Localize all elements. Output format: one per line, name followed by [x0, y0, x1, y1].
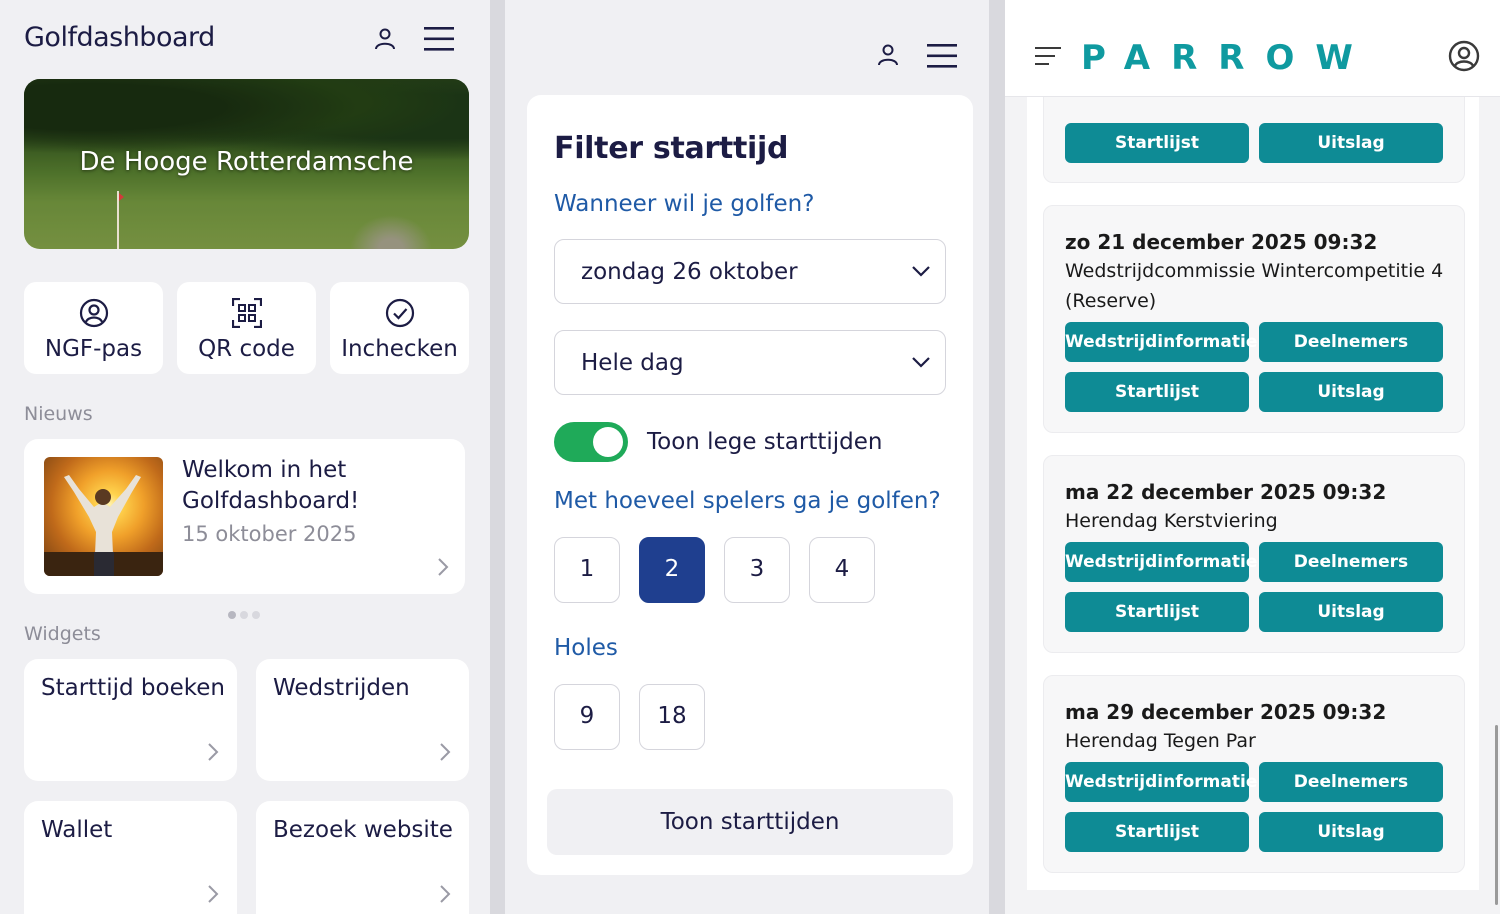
- chevron-right-icon: [440, 885, 451, 903]
- time-select-value: Hele dag: [581, 350, 684, 376]
- carousel-dot[interactable]: [228, 611, 236, 619]
- filter-card: Filter starttijd Wanneer wil je golfen? …: [527, 95, 973, 875]
- uitslag-button[interactable]: Uitslag: [1259, 592, 1443, 632]
- news-card[interactable]: Welkom in het Golfdashboard! 15 oktober …: [24, 439, 465, 594]
- widget-wallet[interactable]: Wallet: [24, 801, 237, 914]
- event-date: ma 29 december 2025 09:32: [1065, 700, 1387, 724]
- event-date: zo 21 december 2025 09:32: [1065, 230, 1378, 254]
- when-question: Wanneer wil je golfen?: [554, 191, 815, 217]
- date-select[interactable]: zondag 26 oktober: [554, 239, 946, 304]
- chevron-right-icon: [208, 743, 219, 761]
- ngf-pas-label: NGF-pas: [44, 336, 143, 362]
- parrow-header: PARROW: [1005, 0, 1500, 97]
- competitions-list: Wedstrijdinformatie Deelnemers Startlijs…: [1027, 0, 1479, 890]
- menu-icon[interactable]: [927, 43, 957, 69]
- parrow-logo[interactable]: PARROW: [1081, 38, 1374, 78]
- toggle-knob: [593, 427, 623, 457]
- menu-icon[interactable]: [424, 26, 454, 52]
- filter-starttijd-panel: Filter starttijd Wanneer wil je golfen? …: [505, 0, 989, 914]
- deelnemers-button[interactable]: Deelnemers: [1259, 322, 1443, 362]
- golfdashboard-panel: Golfdashboard De Hooge Rotterdamsche NGF…: [0, 0, 490, 914]
- wedstrijdinformatie-button[interactable]: Wedstrijdinformatie: [1065, 322, 1257, 362]
- time-select[interactable]: Hele dag: [554, 330, 946, 395]
- uitslag-button[interactable]: Uitslag: [1259, 372, 1443, 412]
- players-option-1[interactable]: 1: [554, 537, 620, 603]
- wedstrijdinformatie-button[interactable]: Wedstrijdinformatie: [1065, 762, 1257, 802]
- carousel-indicator[interactable]: [228, 606, 264, 624]
- widgets-section-label: Widgets: [24, 623, 101, 645]
- inchecken-label: Inchecken: [341, 336, 458, 362]
- event-name: Herendag Kerstviering: [1065, 510, 1278, 532]
- date-select-value: zondag 26 oktober: [581, 259, 798, 285]
- chevron-right-icon: [208, 885, 219, 903]
- parrow-panel: Wedstrijdinformatie Deelnemers Startlijs…: [1005, 0, 1500, 914]
- players-option-4[interactable]: 4: [809, 537, 875, 603]
- chevron-down-icon: [912, 266, 930, 277]
- news-title: Welkom in het Golfdashboard!: [182, 457, 360, 514]
- account-icon[interactable]: [1448, 40, 1480, 72]
- widget-label: Bezoek website: [273, 817, 453, 843]
- event-card: ma 22 december 2025 09:32 Herendag Kerst…: [1043, 455, 1465, 653]
- widget-label: Wallet: [41, 817, 113, 843]
- qr-code-icon: [231, 298, 262, 328]
- chevron-right-icon: [440, 743, 451, 761]
- event-name: Herendag Tegen Par: [1065, 730, 1256, 752]
- startlijst-button[interactable]: Startlijst: [1065, 812, 1249, 852]
- widget-bezoek-website[interactable]: Bezoek website: [256, 801, 469, 914]
- menu-icon[interactable]: [1035, 46, 1061, 66]
- qr-code-button[interactable]: QR code: [177, 282, 316, 374]
- deelnemers-button[interactable]: Deelnemers: [1259, 542, 1443, 582]
- inchecken-button[interactable]: Inchecken: [330, 282, 469, 374]
- club-hero-banner[interactable]: De Hooge Rotterdamsche: [24, 79, 469, 249]
- holes-option-18[interactable]: 18: [639, 684, 705, 750]
- news-date: 15 oktober 2025: [182, 522, 357, 546]
- scrollbar[interactable]: [1495, 725, 1498, 905]
- chevron-right-icon: [438, 558, 449, 576]
- show-starttimes-button[interactable]: Toon starttijden: [547, 789, 953, 855]
- flag-icon: [117, 191, 124, 249]
- empty-times-toggle[interactable]: [554, 422, 628, 462]
- players-option-2[interactable]: 2: [639, 537, 705, 603]
- filter-title: Filter starttijd: [554, 131, 789, 166]
- event-name: Wedstrijdcommissie Wintercompetitie 4 (R…: [1065, 260, 1444, 312]
- event-date: ma 22 december 2025 09:32: [1065, 480, 1387, 504]
- empty-times-label: Toon lege starttijden: [647, 429, 883, 455]
- widget-wedstrijden[interactable]: Wedstrijden: [256, 659, 469, 781]
- holes-option-9[interactable]: 9: [554, 684, 620, 750]
- players-option-3[interactable]: 3: [724, 537, 790, 603]
- ngf-pas-button[interactable]: NGF-pas: [24, 282, 163, 374]
- user-icon[interactable]: [876, 43, 900, 67]
- user-icon[interactable]: [373, 27, 397, 51]
- uitslag-button[interactable]: Uitslag: [1259, 812, 1443, 852]
- app-title: Golfdashboard: [24, 22, 215, 53]
- wedstrijdinformatie-button[interactable]: Wedstrijdinformatie: [1065, 542, 1257, 582]
- startlijst-button[interactable]: Startlijst: [1065, 592, 1249, 632]
- check-circle-icon: [385, 298, 414, 328]
- widget-label: Starttijd boeken: [41, 675, 225, 701]
- carousel-dot[interactable]: [240, 611, 248, 619]
- startlijst-button[interactable]: Startlijst: [1065, 372, 1249, 412]
- club-name: De Hooge Rotterdamsche: [79, 147, 414, 177]
- uitslag-button[interactable]: Uitslag: [1259, 123, 1443, 163]
- startlijst-button[interactable]: Startlijst: [1065, 123, 1249, 163]
- carousel-dot[interactable]: [252, 611, 260, 619]
- chevron-down-icon: [912, 357, 930, 368]
- news-section-label: Nieuws: [24, 403, 93, 425]
- players-question: Met hoeveel spelers ga je golfen?: [554, 488, 941, 514]
- user-circle-icon: [79, 298, 108, 328]
- news-image: [44, 457, 163, 576]
- widget-starttijd-boeken[interactable]: Starttijd boeken: [24, 659, 237, 781]
- event-card: ma 29 december 2025 09:32 Herendag Tegen…: [1043, 675, 1465, 873]
- holes-label: Holes: [554, 635, 618, 661]
- deelnemers-button[interactable]: Deelnemers: [1259, 762, 1443, 802]
- qr-code-label: QR code: [198, 336, 295, 362]
- widget-label: Wedstrijden: [273, 675, 410, 701]
- event-card: zo 21 december 2025 09:32 Wedstrijdcommi…: [1043, 205, 1465, 433]
- golfer-silhouette-icon: [44, 475, 163, 576]
